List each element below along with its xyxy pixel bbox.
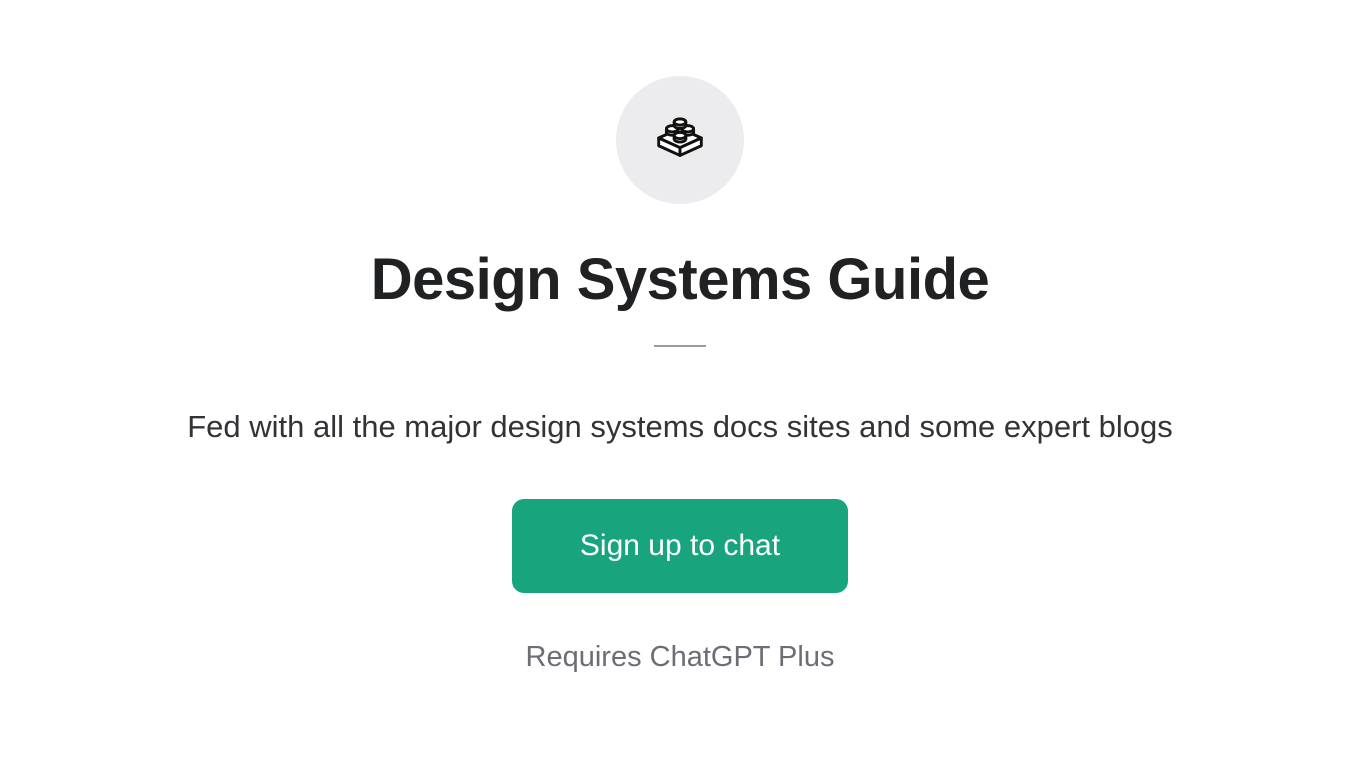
description-text: Fed with all the major design systems do…: [187, 409, 1173, 445]
divider: [654, 345, 706, 347]
page-title: Design Systems Guide: [371, 246, 990, 313]
block-icon: [649, 107, 711, 174]
app-icon-container: [616, 76, 744, 204]
signup-button[interactable]: Sign up to chat: [512, 499, 848, 593]
requirement-note: Requires ChatGPT Plus: [526, 641, 835, 674]
